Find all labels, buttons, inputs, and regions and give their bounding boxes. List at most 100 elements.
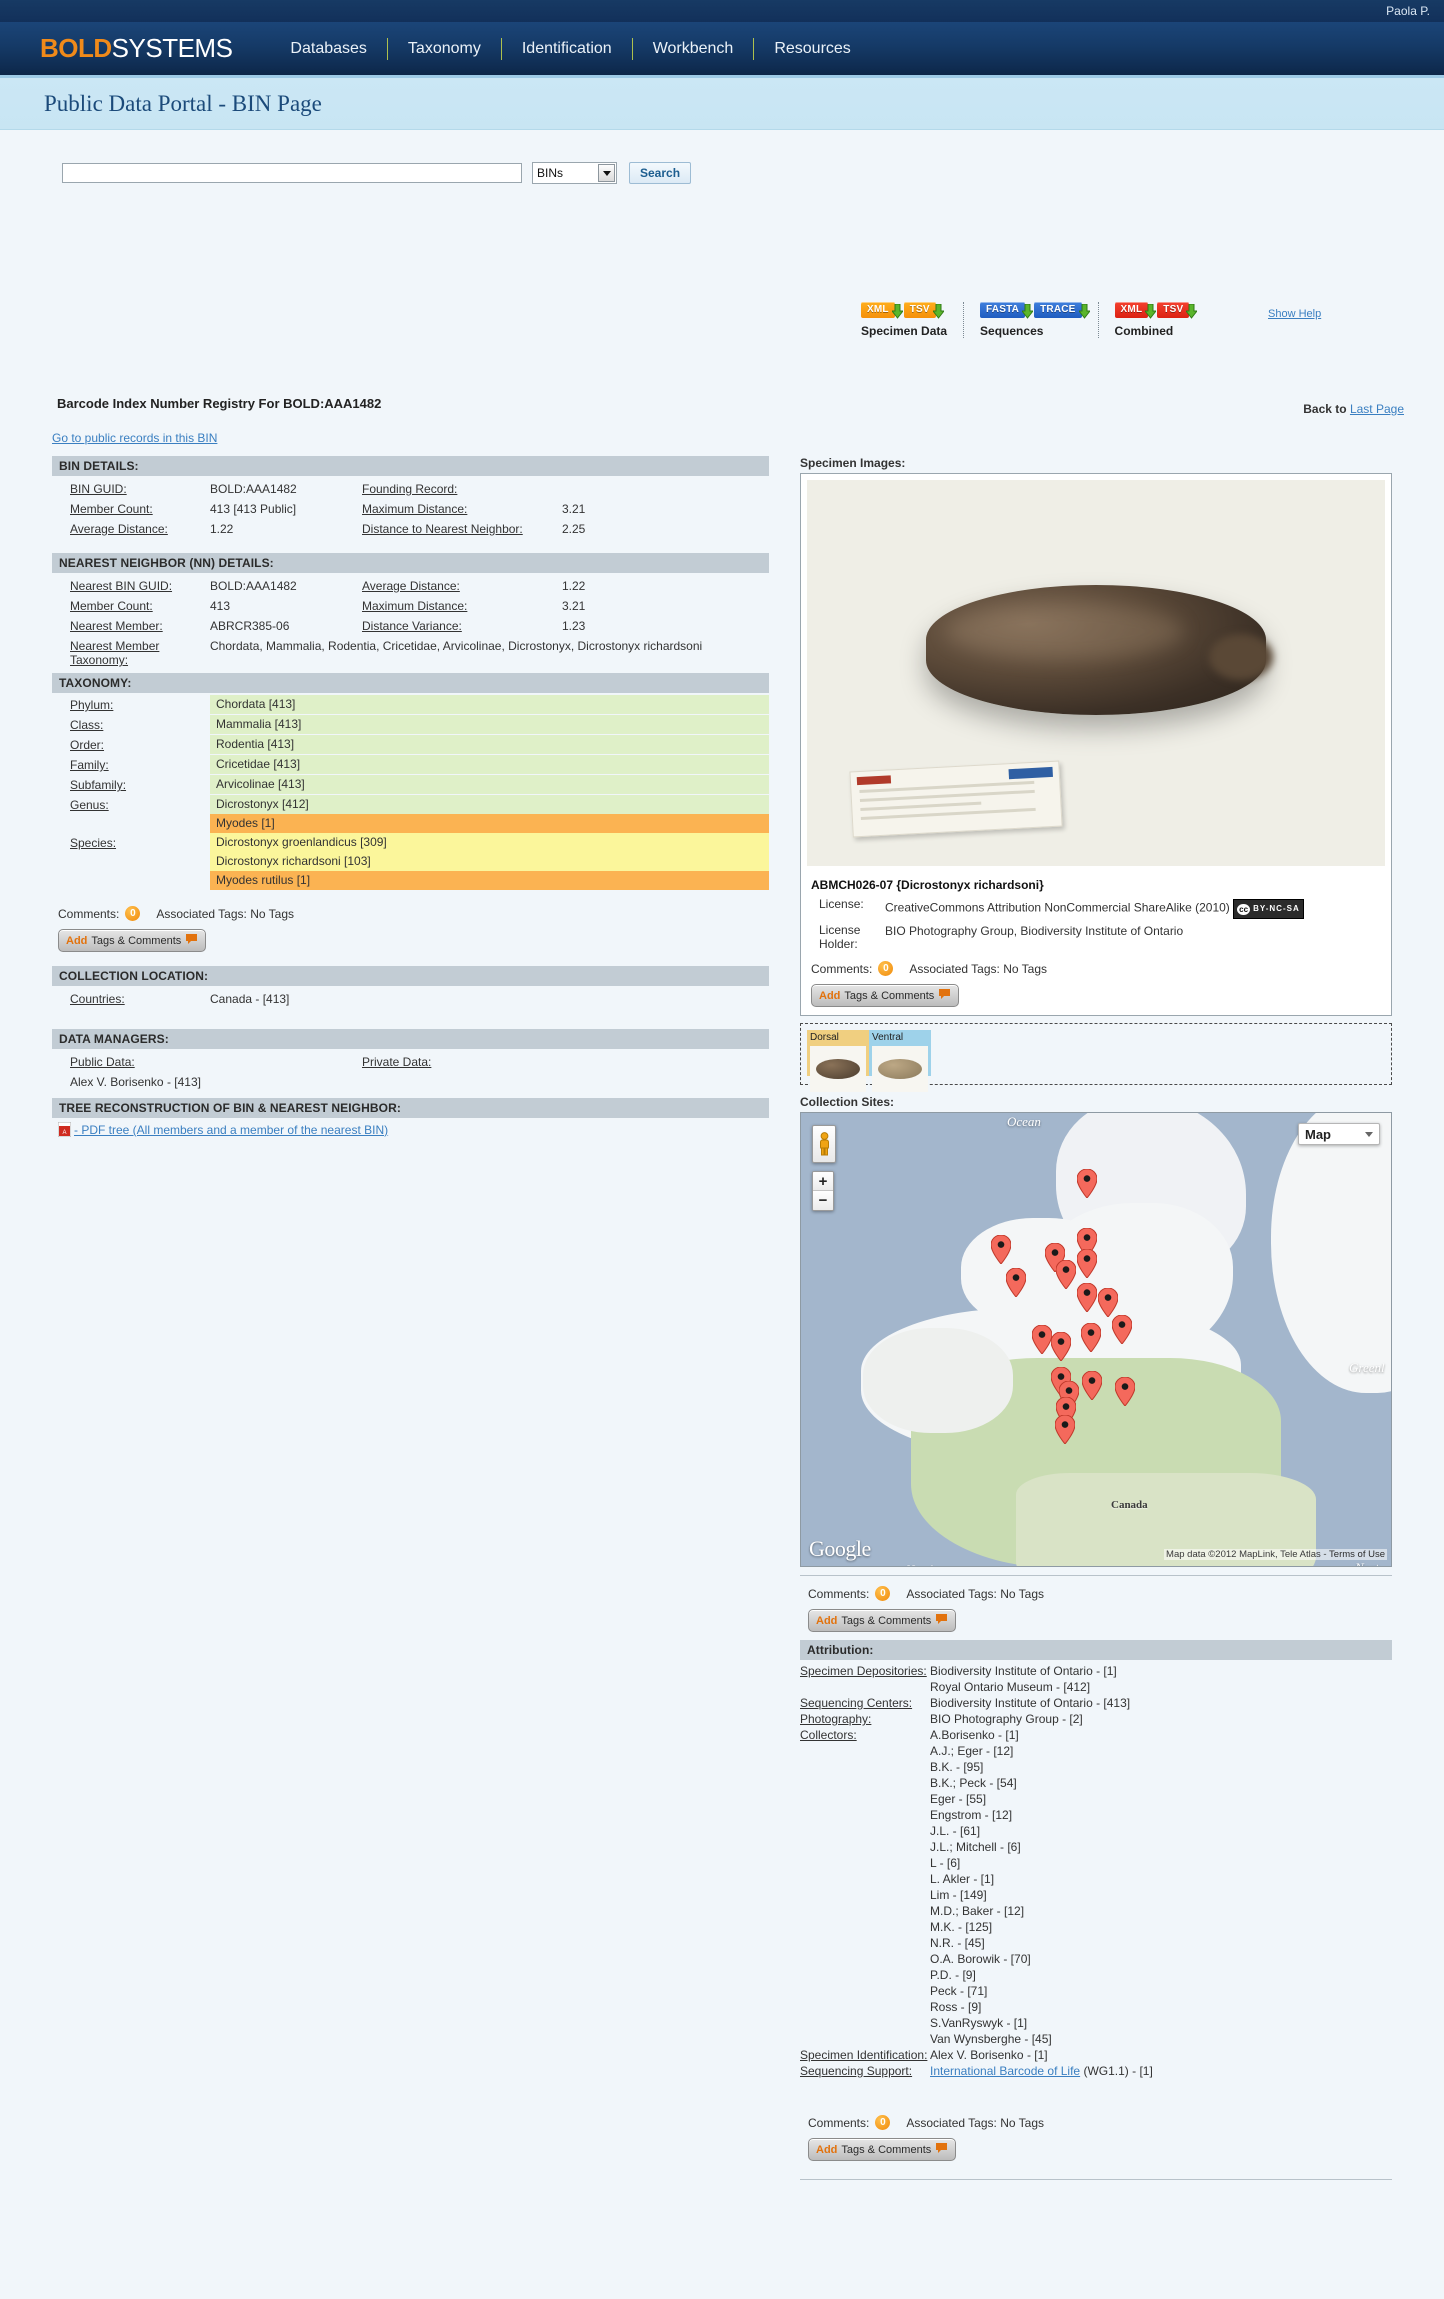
specimen-photo[interactable] — [807, 480, 1385, 866]
map-marker-pin[interactable] — [1005, 1267, 1027, 1298]
search-scope-select[interactable]: BINs — [532, 162, 617, 184]
thumbnail-image — [810, 1046, 866, 1092]
download-arrow-icon — [1077, 303, 1091, 319]
bin-guid-label: BIN GUID: — [70, 482, 127, 496]
last-page-link[interactable]: Last Page — [1350, 402, 1404, 416]
show-help-link[interactable]: Show Help — [1268, 308, 1321, 320]
page-title-band: Public Data Portal - BIN Page — [0, 78, 1444, 130]
nn-member-count-value: 413 — [210, 599, 231, 613]
data-managers-heading: DATA MANAGERS: — [52, 1029, 769, 1049]
specimen-photo-subject — [926, 584, 1266, 715]
attribution-value: S.VanRyswyk - [1] — [930, 2016, 1028, 2030]
map-marker-pin[interactable] — [1054, 1414, 1076, 1445]
map-marker-pin[interactable] — [1076, 1168, 1098, 1199]
nav-separator — [500, 37, 502, 60]
member-count-value: 413 [413 Public] — [210, 502, 297, 516]
map-marker-pin[interactable] — [1114, 1376, 1136, 1407]
download-fasta-button[interactable]: FASTA — [980, 302, 1035, 319]
attribution-values: International Barcode of Life (WG1.1) - … — [930, 2063, 1392, 2079]
map-type-dropdown[interactable]: Map — [1298, 1123, 1380, 1145]
download-tsv-combined-button[interactable]: TSV — [1157, 302, 1199, 319]
thumbnail-label: Ventral — [872, 1032, 904, 1043]
nav-item-databases[interactable]: Databases — [270, 40, 387, 58]
associated-tags-label: Associated Tags: No Tags — [909, 961, 1047, 976]
divider — [800, 2179, 1392, 2180]
taxonomy-row-species: Species: Dicrostonyx groenlandicus [309]… — [52, 833, 769, 890]
nav-item-workbench[interactable]: Workbench — [633, 40, 754, 58]
bin-comments-strip: Comments: 0 Associated Tags: No Tags — [58, 906, 769, 921]
member-count-label: Member Count: — [70, 502, 153, 516]
nav-item-identification[interactable]: Identification — [502, 40, 632, 58]
comments-count-badge[interactable]: 0 — [878, 961, 894, 976]
pdf-tree-row[interactable]: A - PDF tree (All members and a member o… — [52, 1118, 769, 1138]
map-marker-pin[interactable] — [1080, 1322, 1102, 1353]
bin-details-heading: BIN DETAILS: — [52, 456, 769, 476]
bin-details-row: Member Count: 413 [413 Public] Maximum D… — [52, 499, 769, 519]
chevron-down-icon[interactable] — [598, 164, 615, 182]
nav-item-taxonomy[interactable]: Taxonomy — [388, 40, 501, 58]
download-group-buttons: XML TSV — [1114, 302, 1199, 319]
map-marker-pin[interactable] — [1111, 1314, 1133, 1345]
attribution-value: Biodiversity Institute of Ontario - [413… — [930, 1696, 1131, 1710]
thumbnail-dorsal[interactable]: Dorsal — [807, 1030, 869, 1092]
attribution-row-photography: Photography: BIO Photography Group - [2] — [800, 1711, 1392, 1727]
license-holder-label: License Holder: — [819, 923, 861, 951]
comment-bubble-icon — [935, 2142, 948, 2157]
logo-systems-text: SYSTEMS — [111, 33, 233, 63]
comments-count-badge[interactable]: 0 — [875, 2115, 891, 2130]
search-button[interactable]: Search — [629, 162, 692, 184]
attribution-value: J.L.; Mitchell - [6] — [930, 1840, 1021, 1854]
username-label[interactable]: Paola P. — [1386, 4, 1430, 18]
search-bar: BINs Search — [40, 130, 1404, 184]
map-marker-pin[interactable] — [1076, 1248, 1098, 1279]
comments-count-badge[interactable]: 0 — [125, 906, 141, 921]
download-chip-label: TRACE — [1040, 304, 1076, 315]
attribution-value: A.Borisenko - [1] — [930, 1728, 1019, 1742]
comments-label: Comments: — [808, 2115, 870, 2130]
download-tsv-specimen-button[interactable]: TSV — [903, 302, 945, 319]
pdf-tree-link[interactable]: - PDF tree (All members and a member of … — [74, 1123, 388, 1137]
taxonomy-row-phylum: Phylum: Chordata [413] — [52, 695, 769, 715]
google-logo: Google — [809, 1536, 871, 1561]
attribution-value: A.J.; Eger - [12] — [930, 1744, 1014, 1758]
nav-item-resources[interactable]: Resources — [754, 40, 870, 58]
map-marker-pin[interactable] — [1050, 1331, 1072, 1362]
pegman-streetview-icon[interactable] — [812, 1125, 836, 1163]
add-tags-comments-button-bin[interactable]: Add Tags & Comments — [58, 929, 207, 952]
collection-sites-map[interactable]: Ocean Greenl Canada United States North … — [800, 1112, 1392, 1567]
nearest-member-taxonomy-label: Nearest Member Taxonomy: — [70, 639, 160, 667]
download-xml-specimen-button[interactable]: XML — [861, 302, 904, 319]
map-zoom-out-button[interactable]: − — [813, 1191, 833, 1210]
bold-systems-logo[interactable]: BOLDSYSTEMS — [40, 33, 233, 64]
download-chip-label: TSV — [909, 304, 930, 315]
map-marker-pin[interactable] — [1031, 1324, 1053, 1355]
map-marker-pin[interactable] — [990, 1234, 1012, 1265]
add-tags-comments-button-specimen[interactable]: Add Tags & Comments — [811, 984, 960, 1007]
map-marker-pin[interactable] — [1097, 1287, 1119, 1318]
attribution-row-sequencing-support: Sequencing Support: International Barcod… — [800, 2063, 1392, 2079]
thumbnail-ventral[interactable]: Ventral — [869, 1030, 931, 1092]
comments-count-badge[interactable]: 0 — [875, 1586, 891, 1601]
download-arrow-icon — [931, 303, 945, 319]
international-barcode-of-life-link[interactable]: International Barcode of Life — [930, 2064, 1080, 2078]
thumbnail-label: Dorsal — [810, 1032, 839, 1043]
download-group-label: Sequences — [980, 324, 1044, 338]
map-marker-pin[interactable] — [1076, 1282, 1098, 1313]
map-marker-pin[interactable] — [1081, 1370, 1103, 1401]
map-marker-pin[interactable] — [1055, 1259, 1077, 1290]
nn-average-distance-value: 1.22 — [562, 579, 586, 593]
collection-location-heading: COLLECTION LOCATION: — [52, 966, 769, 986]
add-tags-comments-button-map[interactable]: Add Tags & Comments — [808, 1609, 957, 1632]
go-to-public-records-link[interactable]: Go to public records in this BIN — [52, 431, 217, 445]
distance-to-nearest-neighbor-value: 2.25 — [562, 522, 586, 536]
search-input[interactable] — [62, 163, 522, 183]
map-zoom-in-button[interactable]: + — [813, 1172, 833, 1191]
terms-of-use-link[interactable]: Terms of Use — [1329, 1549, 1385, 1560]
taxonomy-value: Cricetidae [413] — [210, 755, 769, 774]
download-xml-combined-button[interactable]: XML — [1114, 302, 1158, 319]
taxonomy-rank-label: Subfamily: — [70, 778, 127, 792]
download-trace-button[interactable]: TRACE — [1034, 302, 1091, 319]
countries-value: Canada - [413] — [210, 992, 290, 1006]
taxonomy-rank-values: Dicrostonyx [412] Myodes [1] — [210, 795, 769, 833]
add-tags-comments-button-bottom[interactable]: Add Tags & Comments — [808, 2138, 957, 2161]
